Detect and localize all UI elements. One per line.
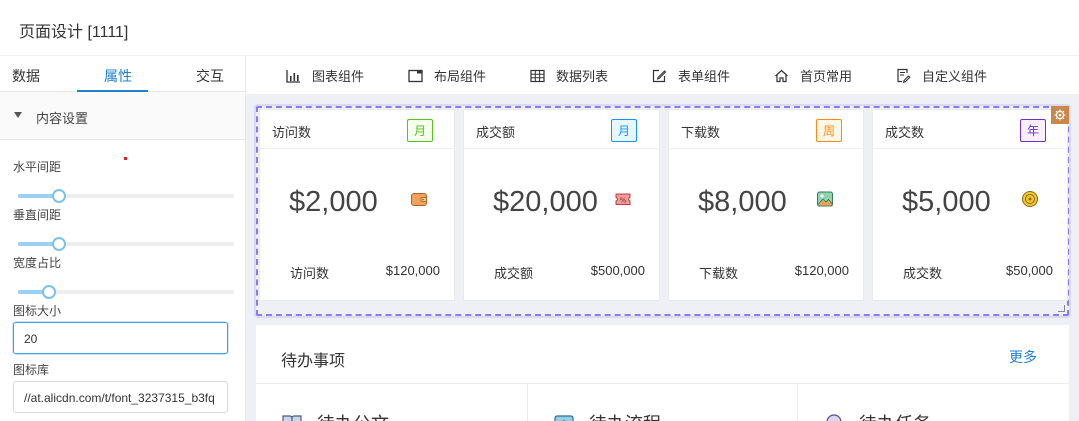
tool-chart-components[interactable]: 图表组件 [286, 66, 364, 85]
component-toolbar: 图表组件 布局组件 数据列表 表单组件 首页常用 自定义组件 [246, 56, 1079, 94]
svg-text:%: % [620, 196, 627, 204]
icon-library-input[interactable]: //at.alicdn.com/t/font_3237315_b3fq [13, 381, 228, 413]
card-footer-label: 下载数 [699, 266, 739, 281]
tool-form-components[interactable]: 表单组件 [652, 66, 730, 85]
width-ratio-slider[interactable] [18, 285, 234, 299]
gear-icon [1054, 109, 1066, 121]
card-title: 下载数 [681, 125, 721, 140]
bar-chart-icon [286, 69, 300, 83]
period-tag: 月 [611, 119, 638, 142]
card-value: $20,000 [493, 186, 598, 218]
card-footer-label: 成交额 [494, 266, 534, 281]
card-footer-value: $120,000 [794, 263, 849, 278]
flow-icon [554, 415, 574, 421]
coupon-icon: % [615, 193, 631, 205]
tool-label: 布局组件 [434, 69, 487, 84]
tool-label: 数据列表 [556, 69, 609, 84]
vertical-spacing-slider[interactable] [18, 237, 234, 251]
width-ratio-label: 宽度占比 [13, 256, 62, 270]
wallet-icon [411, 193, 427, 206]
tab-data[interactable]: 数据 [12, 66, 40, 86]
page-title: 页面设计 [1111] [19, 24, 129, 41]
todo-column-divider [527, 383, 528, 421]
required-mark [124, 157, 127, 160]
stat-card-downloads[interactable]: 下载数 周 $8,000 下载数 $120,000 [668, 109, 864, 301]
slider-thumb[interactable] [51, 237, 66, 251]
todo-column-divider [797, 383, 798, 421]
card-value: $5,000 [902, 186, 991, 218]
tool-label: 首页常用 [800, 69, 853, 84]
todo-item-documents[interactable]: 待办公文 [281, 410, 389, 421]
stat-card-revenue[interactable]: 成交额 月 $20,000 % 成交额 $500,000 [463, 109, 660, 301]
card-title: 成交额 [476, 125, 516, 140]
todo-item-label: 待办流程 [589, 410, 661, 421]
tab-interaction[interactable]: 交互 [196, 66, 224, 86]
stat-card-deals[interactable]: 成交数 年 $5,000 成交数 $50,000 [872, 109, 1068, 301]
card-title: 成交数 [885, 125, 925, 140]
card-footer-label: 成交数 [903, 266, 943, 281]
todo-title: 待办事项 [281, 353, 346, 370]
coin-icon [1022, 191, 1038, 207]
todo-item-tasks[interactable]: 待办任务 [823, 410, 931, 421]
card-divider [873, 148, 1067, 149]
book-icon [282, 415, 302, 421]
card-footer-value: $50,000 [1006, 263, 1053, 278]
icon-size-input[interactable]: 20 [13, 322, 228, 354]
edit-form-icon [652, 69, 667, 82]
tool-label: 表单组件 [678, 69, 731, 84]
page-header: 页面设计 [1111] [0, 0, 1079, 56]
card-footer-label: 访问数 [290, 266, 330, 281]
stat-card-visits[interactable]: 访问数 月 $2,000 访问数 $120,000 [259, 109, 455, 301]
tool-custom-components[interactable]: 自定义组件 [896, 66, 987, 85]
icon-library-label: 图标库 [13, 363, 50, 377]
home-icon [775, 69, 788, 82]
layout-window-icon [408, 69, 423, 82]
horizontal-spacing-label: 水平间距 [13, 160, 62, 174]
todo-item-label: 待办公文 [317, 410, 389, 421]
content-settings-label: 内容设置 [36, 111, 89, 126]
slider-thumb[interactable] [51, 189, 66, 203]
period-tag: 周 [816, 119, 843, 142]
tool-layout-components[interactable]: 布局组件 [408, 66, 486, 85]
todo-panel: 待办事项 更多 待办公文 待办流程 待办任务 [256, 325, 1069, 421]
card-divider [464, 148, 659, 149]
sidebar-tabs: 数据 属性 交互 [0, 56, 245, 92]
todo-item-process[interactable]: 待办流程 [553, 410, 661, 421]
tool-label: 图表组件 [312, 69, 365, 84]
design-canvas: 访问数 月 $2,000 访问数 $120,000 成交额 月 $20,000 … [246, 94, 1079, 421]
card-value: $8,000 [698, 186, 787, 218]
card-title: 访问数 [272, 125, 312, 140]
todo-divider [256, 383, 1069, 384]
horizontal-spacing-slider[interactable] [18, 189, 234, 203]
stats-component-selected[interactable]: 访问数 月 $2,000 访问数 $120,000 成交额 月 $20,000 … [256, 106, 1069, 316]
picture-icon [817, 191, 833, 207]
icon-size-label: 图标大小 [13, 304, 62, 318]
vertical-spacing-label: 垂直间距 [13, 208, 62, 222]
tool-label: 自定义组件 [922, 69, 988, 84]
tab-properties[interactable]: 属性 [104, 66, 132, 86]
task-icon [826, 414, 842, 421]
resize-handle[interactable] [1058, 305, 1065, 312]
todo-more-link[interactable]: 更多 [1009, 347, 1037, 367]
tool-home-common[interactable]: 首页常用 [774, 66, 852, 85]
card-footer-value: $500,000 [590, 263, 645, 278]
caret-down-icon [14, 112, 22, 118]
tool-data-list[interactable]: 数据列表 [530, 66, 608, 85]
table-icon [530, 69, 545, 82]
todo-item-label: 待办任务 [859, 410, 931, 421]
period-tag: 年 [1020, 119, 1047, 142]
card-divider [260, 148, 454, 149]
component-settings-button[interactable] [1051, 106, 1069, 124]
card-divider [669, 148, 863, 149]
period-tag: 月 [407, 119, 434, 142]
content-settings-header[interactable]: 内容设置 [0, 92, 245, 140]
card-footer-value: $120,000 [385, 263, 440, 278]
custom-doc-icon [897, 68, 911, 83]
card-value: $2,000 [289, 186, 378, 218]
